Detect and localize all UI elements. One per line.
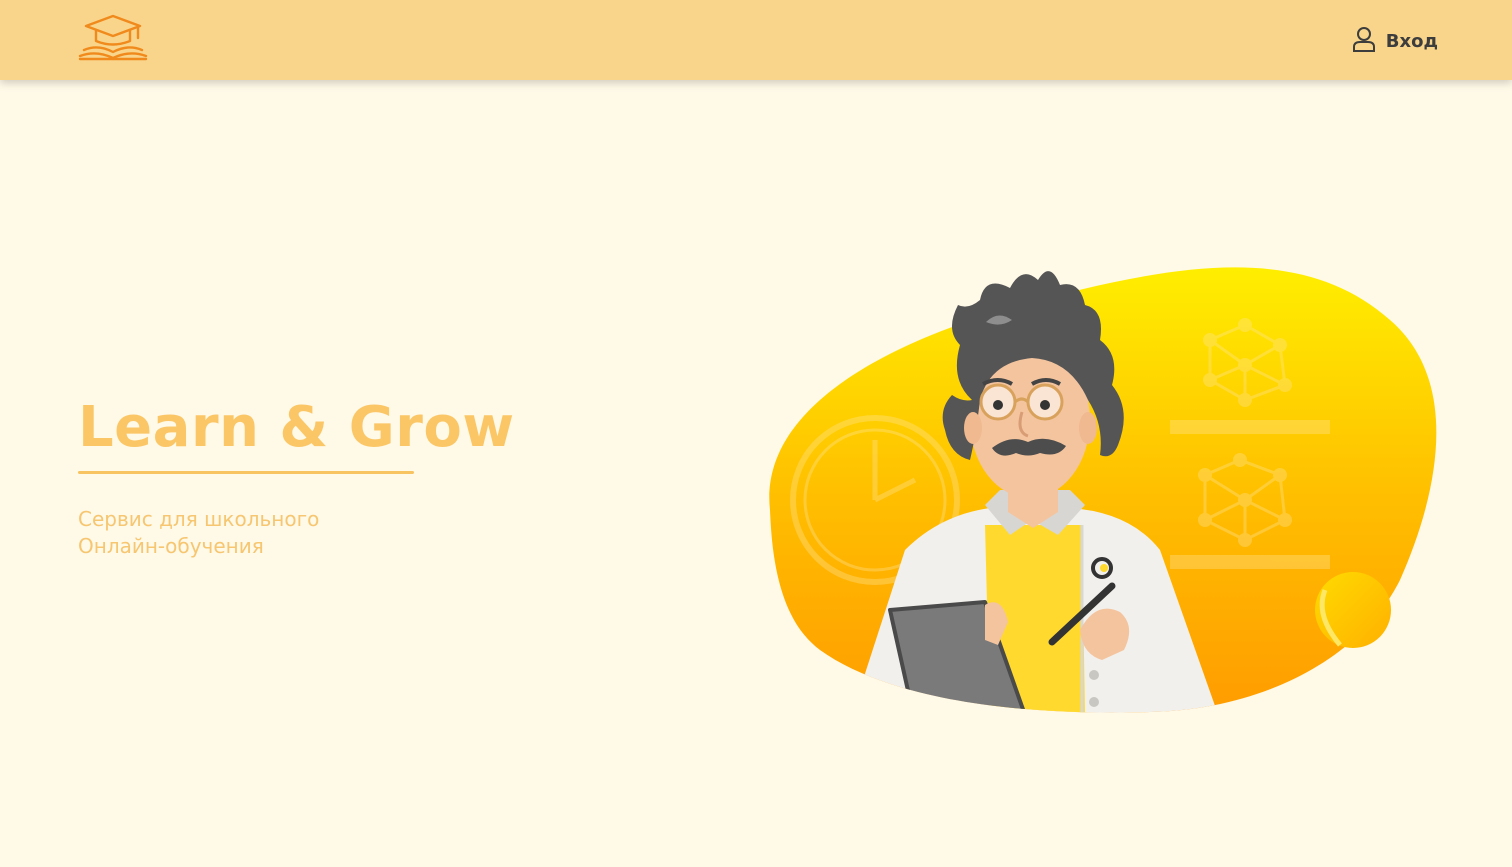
login-label: Вход — [1385, 30, 1438, 52]
hero-title: Learn & Grow — [78, 395, 515, 460]
yellow-ball — [1315, 572, 1391, 648]
title-underline — [78, 471, 414, 474]
hero-subtitle: Сервис для школьного Онлайн-обучения — [78, 506, 438, 560]
login-button[interactable]: Вход — [1352, 26, 1438, 57]
subtitle-line-1: Сервис для школьного — [78, 507, 320, 531]
subtitle-line-2: Онлайн-обучения — [78, 534, 264, 558]
teacher-scientist-illustration — [740, 250, 1460, 730]
logo-icon[interactable] — [78, 14, 148, 62]
top-bar: Вход — [0, 0, 1512, 80]
user-icon — [1352, 26, 1376, 57]
